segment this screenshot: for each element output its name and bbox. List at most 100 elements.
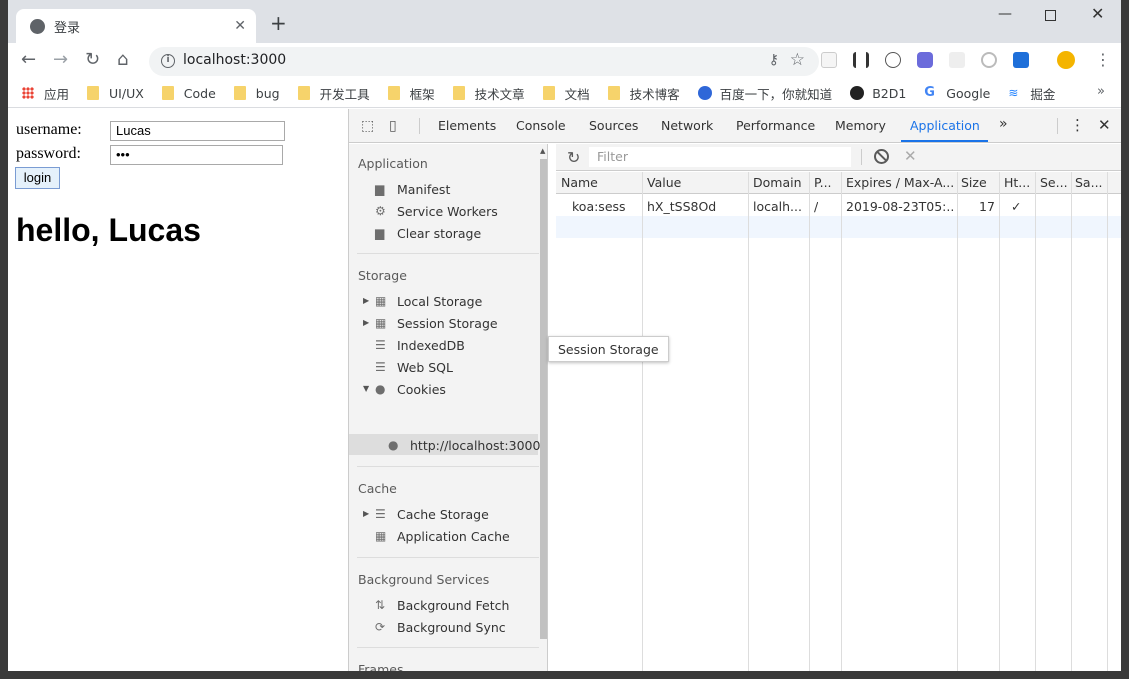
- column-header-secure[interactable]: Se...: [1040, 175, 1070, 190]
- tab-application[interactable]: Application: [910, 118, 980, 133]
- tab-memory[interactable]: Memory: [835, 118, 886, 133]
- inspect-icon[interactable]: ⬚: [361, 118, 377, 134]
- home-button[interactable]: ⌂: [117, 50, 128, 70]
- sidebar-item-background-sync[interactable]: Background Sync: [397, 620, 506, 635]
- sidebar-item-application-cache[interactable]: Application Cache: [397, 529, 510, 544]
- bookmarks-overflow-icon[interactable]: »: [1097, 84, 1105, 99]
- sidebar-item-cookies[interactable]: Cookies: [397, 382, 446, 397]
- bookmark-folder[interactable]: 框架: [387, 84, 435, 103]
- close-devtools-icon[interactable]: ✕: [1098, 116, 1111, 134]
- username-input[interactable]: Lucas: [110, 121, 285, 141]
- folder-icon: [542, 86, 555, 100]
- sidebar-item-service-workers[interactable]: Service Workers: [397, 204, 498, 219]
- tab-network[interactable]: Network: [661, 118, 713, 133]
- column-header-expires[interactable]: Expires / Max-A...: [846, 175, 954, 190]
- refresh-icon[interactable]: ↻: [567, 148, 580, 167]
- sidebar-item-clear-storage[interactable]: Clear storage: [397, 226, 481, 241]
- column-header-name[interactable]: Name: [561, 175, 639, 190]
- bookmark-folder[interactable]: 技术文章: [452, 84, 525, 103]
- avatar[interactable]: [1057, 51, 1075, 69]
- column-header-value[interactable]: Value: [647, 175, 747, 190]
- bookmark-folder[interactable]: UI/UX: [87, 86, 144, 101]
- login-button[interactable]: login: [15, 167, 60, 189]
- extension-icon[interactable]: [821, 52, 837, 68]
- cell-domain[interactable]: localh...: [753, 199, 805, 214]
- column-header-domain[interactable]: Domain: [753, 175, 808, 190]
- reload-button[interactable]: ↻: [85, 50, 100, 70]
- extension-icon[interactable]: [1013, 52, 1029, 68]
- scrollbar-thumb[interactable]: [540, 159, 547, 639]
- sidebar-item-session-storage[interactable]: Session Storage: [397, 316, 498, 331]
- column-header-path[interactable]: P...: [814, 175, 841, 190]
- sidebar-item-cookie-origin[interactable]: http://localhost:3000: [410, 438, 540, 453]
- url-text[interactable]: localhost:3000: [183, 52, 286, 68]
- bookmark-folder[interactable]: 开发工具: [297, 84, 370, 103]
- address-bar[interactable]: i localhost:3000 ⚷ ☆: [149, 47, 819, 76]
- folder-icon: [161, 86, 174, 100]
- column-header-size[interactable]: Size: [961, 175, 997, 190]
- close-tab-icon[interactable]: ✕: [234, 18, 246, 34]
- bookmark-folder[interactable]: bug: [233, 86, 280, 101]
- site-info-icon[interactable]: i: [161, 54, 175, 68]
- device-toggle-icon[interactable]: ▯: [389, 118, 405, 134]
- cell-size[interactable]: 17: [979, 199, 995, 214]
- devtools-menu-icon[interactable]: ⋮: [1070, 116, 1085, 134]
- column-header-samesite[interactable]: Sa...: [1075, 175, 1105, 190]
- bookmark-baidu[interactable]: 百度一下，你就知道: [697, 84, 832, 103]
- tab-elements[interactable]: Elements: [438, 118, 496, 133]
- bookmark-google[interactable]: G Google: [924, 86, 990, 101]
- bookmark-juejin[interactable]: ≋ 掘金: [1008, 84, 1055, 103]
- sidebar-item-manifest[interactable]: Manifest: [397, 182, 450, 197]
- extension-icon[interactable]: [949, 52, 965, 68]
- tab-performance[interactable]: Performance: [736, 118, 815, 133]
- sidebar-item-cache-storage[interactable]: Cache Storage: [397, 507, 489, 522]
- tab-sources[interactable]: Sources: [589, 118, 638, 133]
- cookie-icon: ●: [375, 382, 386, 396]
- menu-dots-icon[interactable]: ⋮: [1095, 50, 1111, 70]
- new-tab-button[interactable]: +: [270, 12, 287, 34]
- extension-icon[interactable]: [853, 52, 869, 68]
- minimize-button[interactable]: —: [998, 6, 1012, 22]
- forward-button[interactable]: →: [53, 50, 68, 70]
- delete-selected-icon[interactable]: ✕: [904, 147, 917, 165]
- cell-httponly[interactable]: ✓: [1011, 199, 1021, 214]
- section-background-services: Background Services: [358, 572, 490, 587]
- bookmark-folder[interactable]: 文档: [542, 84, 590, 103]
- bookmark-apps[interactable]: 应用: [22, 84, 69, 103]
- tab-console[interactable]: Console: [516, 118, 566, 133]
- column-divider: [999, 172, 1000, 671]
- cell-expires[interactable]: 2019-08-23T05:...: [846, 199, 954, 214]
- sidebar-item-indexeddb[interactable]: IndexedDB: [397, 338, 465, 353]
- cell-name[interactable]: koa:sess: [572, 199, 626, 214]
- bookmark-star-icon[interactable]: ☆: [790, 50, 805, 70]
- bookmark-folder[interactable]: Code: [161, 86, 216, 101]
- more-tabs-icon[interactable]: »: [999, 116, 1008, 132]
- extension-icon[interactable]: [981, 52, 997, 68]
- devtools-panel: ⬚ ▯ Elements Console Sources Network Per…: [348, 109, 1121, 671]
- back-button[interactable]: ←: [21, 50, 36, 70]
- active-tab-indicator: [901, 140, 988, 142]
- sidebar-item-background-fetch[interactable]: Background Fetch: [397, 598, 509, 613]
- extension-icon[interactable]: [917, 52, 933, 68]
- expand-arrow-icon[interactable]: ▶: [363, 509, 369, 518]
- password-input[interactable]: •••: [110, 145, 283, 165]
- expand-arrow-icon[interactable]: ▶: [363, 296, 369, 305]
- clear-all-icon[interactable]: [874, 149, 889, 164]
- cell-path[interactable]: /: [814, 199, 818, 214]
- extension-icon[interactable]: [885, 52, 901, 68]
- expand-arrow-icon[interactable]: ▶: [363, 318, 369, 327]
- key-icon[interactable]: ⚷: [769, 52, 779, 68]
- maximize-button[interactable]: [1045, 10, 1056, 21]
- bookmark-b2d1[interactable]: B2D1: [850, 86, 906, 101]
- column-header-httponly[interactable]: Ht...: [1004, 175, 1034, 190]
- window-close-button[interactable]: ✕: [1091, 4, 1104, 23]
- browser-tab[interactable]: 登录 ✕: [16, 9, 256, 43]
- sidebar-item-web-sql[interactable]: Web SQL: [397, 360, 453, 375]
- sidebar-item-local-storage[interactable]: Local Storage: [397, 294, 482, 309]
- cell-value[interactable]: hX_tSS8Od: [647, 199, 716, 214]
- bookmark-folder[interactable]: 技术博客: [607, 84, 680, 103]
- filter-input[interactable]: Filter: [589, 147, 851, 167]
- collapse-arrow-icon[interactable]: ▼: [363, 384, 369, 393]
- tab-title: 登录: [54, 20, 81, 36]
- scroll-up-icon[interactable]: ▲: [540, 147, 545, 155]
